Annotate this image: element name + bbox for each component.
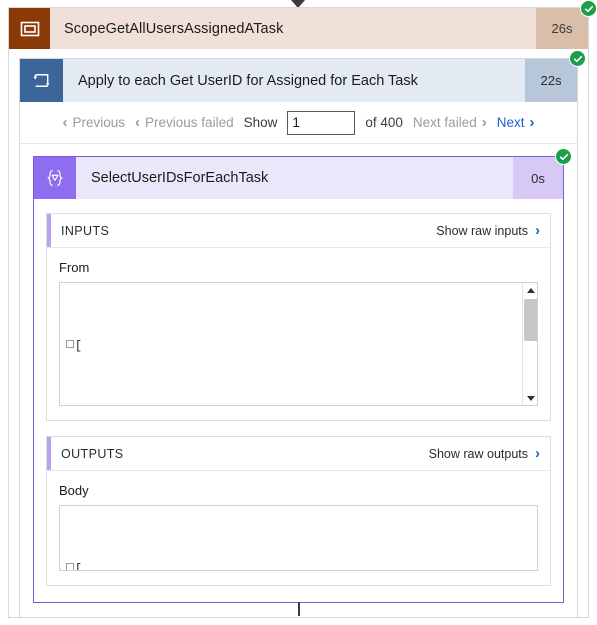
chevron-left-icon: ‹ [62, 114, 68, 131]
next-button[interactable]: Next › [497, 115, 535, 130]
code-line: [ [66, 338, 537, 355]
iteration-number-input[interactable] [287, 110, 356, 135]
show-label: Show [243, 115, 278, 130]
chevron-right-icon: › [481, 114, 487, 131]
code-line: [ [66, 561, 537, 570]
select-action-header[interactable]: SelectUserIDsForEachTask 0s [34, 157, 563, 199]
outputs-content: Body [ "----" ] [47, 471, 550, 585]
chevron-left-icon: ‹ [135, 114, 141, 131]
outputs-section-header: OUTPUTS Show raw outputs › [47, 437, 550, 471]
scope-duration: 26s [536, 8, 588, 49]
outputs-label: OUTPUTS [61, 446, 124, 461]
inputs-code-content: [ { "userId": "----", "value": { "@odata… [60, 283, 537, 405]
inputs-from-code-box[interactable]: [ { "userId": "----", "value": { "@odata… [59, 282, 538, 406]
iteration-pager: ‹ Previous ‹ Previous failed Show of 400… [20, 102, 577, 144]
previous-failed-button-label: Previous failed [145, 115, 234, 130]
action-success-badge [555, 148, 572, 165]
apply-to-each-duration: 22s [525, 59, 577, 102]
foreach-loop-icon [20, 59, 63, 102]
select-data-operation-icon [34, 157, 76, 199]
inputs-accent-bar [47, 214, 51, 247]
collapse-toggle-icon[interactable] [66, 563, 74, 570]
scrollbar-thumb[interactable] [524, 299, 537, 341]
outputs-accent-bar [47, 437, 51, 470]
next-failed-button-label: Next failed [412, 115, 477, 130]
select-action-duration: 0s [513, 157, 563, 199]
outputs-section: OUTPUTS Show raw outputs › Body [ [46, 436, 551, 586]
apply-to-each-card[interactable]: Apply to each Get UserID for Assigned fo… [19, 50, 586, 618]
chevron-right-icon: › [529, 114, 535, 131]
bottom-flow-connector [297, 602, 300, 616]
scope-title: ScopeGetAllUsersAssignedATask [64, 20, 284, 37]
select-action-body: INPUTS Show raw inputs › From [OUTPUTS … [34, 199, 563, 602]
previous-failed-button[interactable]: ‹ Previous failed [135, 115, 234, 130]
scope-success-badge [580, 0, 597, 17]
run-history-detail-canvas: ScopeGetAllUsersAssignedATask 26s Apply … [0, 0, 597, 625]
inputs-code-scrollbar[interactable] [522, 283, 537, 405]
inputs-section: INPUTS Show raw inputs › From [ [46, 213, 551, 421]
select-action-card[interactable]: SelectUserIDsForEachTask 0s INPUTS Show … [33, 148, 572, 616]
body-field-label: Body [59, 483, 89, 498]
scope-card[interactable]: ScopeGetAllUsersAssignedATask 26s Apply … [8, 0, 597, 618]
apply-to-each-header[interactable]: Apply to each Get UserID for Assigned fo… [20, 59, 577, 102]
collapse-toggle-icon[interactable] [66, 340, 74, 348]
scroll-down-arrow-icon[interactable] [523, 391, 537, 405]
apply-to-each-title: Apply to each Get UserID for Assigned fo… [78, 72, 418, 89]
scope-icon [9, 8, 50, 49]
select-action-title: SelectUserIDsForEachTask [91, 170, 269, 186]
show-raw-outputs-label: Show raw outputs [428, 446, 528, 461]
inputs-section-header: INPUTS Show raw inputs › [47, 214, 550, 248]
previous-button[interactable]: ‹ Previous [63, 115, 126, 130]
chevron-right-icon: › [535, 445, 540, 462]
show-raw-inputs-label: Show raw inputs [436, 223, 528, 238]
next-button-label: Next [496, 115, 525, 130]
chevron-right-icon: › [535, 222, 540, 239]
outputs-code-content: [ "----" ] [60, 506, 537, 570]
action-card-wrapper: SelectUserIDsForEachTask 0s INPUTS Show … [20, 144, 577, 616]
scroll-up-arrow-icon[interactable] [523, 283, 537, 297]
outputs-body-code-box[interactable]: [ "----" ] [59, 505, 538, 571]
from-field-label: From [59, 260, 90, 275]
of-total-label: of 400 [365, 115, 403, 130]
loop-success-badge [569, 50, 586, 67]
show-raw-inputs-link[interactable]: Show raw inputs › [436, 223, 540, 238]
next-failed-button[interactable]: Next failed › [413, 115, 487, 130]
inputs-content: From [ { "userId": "----", "value": { [47, 248, 550, 420]
inputs-label: INPUTS [61, 223, 110, 238]
scope-body: Apply to each Get UserID for Assigned fo… [9, 49, 588, 618]
previous-button-label: Previous [72, 115, 126, 130]
scope-header[interactable]: ScopeGetAllUsersAssignedATask 26s [9, 8, 588, 49]
show-raw-outputs-link[interactable]: Show raw outputs › [429, 446, 540, 461]
